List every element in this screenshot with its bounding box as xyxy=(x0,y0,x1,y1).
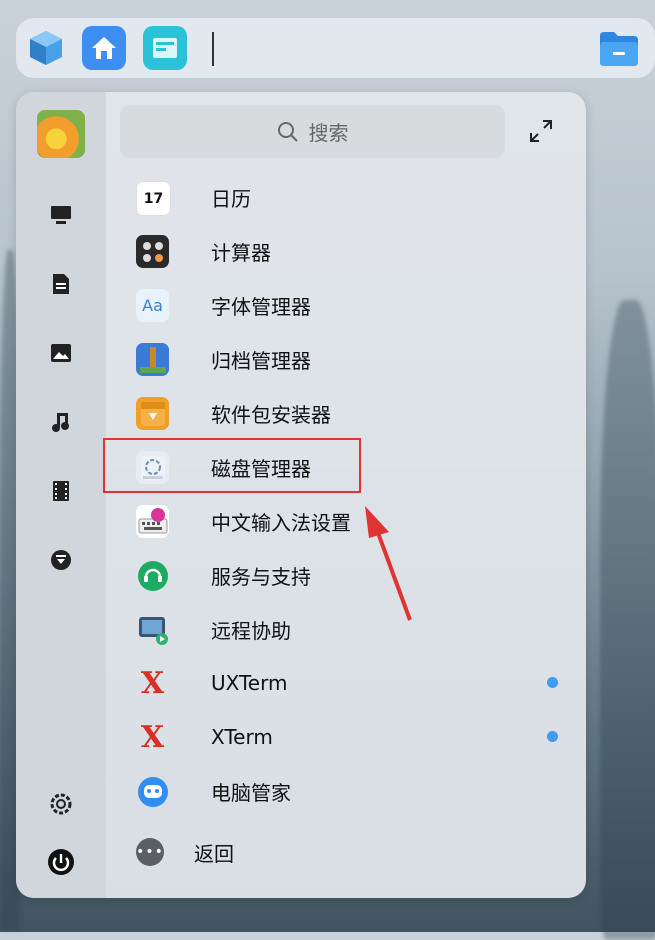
picture-category-icon[interactable] xyxy=(49,341,73,365)
back-button[interactable]: ••• 返回 xyxy=(120,836,420,876)
app-item-archive-manager[interactable]: 归档管理器 xyxy=(120,332,580,386)
cube-launcher-icon[interactable] xyxy=(24,26,68,70)
xterm-icon: X xyxy=(140,720,165,755)
multitask-view-icon[interactable] xyxy=(143,26,187,70)
app-item-input-method[interactable]: 中文输入法设置 xyxy=(120,494,580,548)
file-manager-icon[interactable] xyxy=(596,26,642,70)
start-menu-panel: 搜索 17 日历 计算器 Aa 字体管理器 归档管理器 软件包安装器 磁盘管理器… xyxy=(16,92,586,898)
home-folder-icon[interactable] xyxy=(82,26,126,70)
power-icon[interactable] xyxy=(47,848,75,876)
app-label: 远程协助 xyxy=(211,618,291,643)
uxterm-icon: X xyxy=(140,666,165,701)
app-item-font-manager[interactable]: Aa 字体管理器 xyxy=(120,278,580,332)
top-dock xyxy=(16,18,655,78)
app-item-support[interactable]: 服务与支持 xyxy=(120,548,580,602)
app-item-xterm[interactable]: X XTerm xyxy=(120,710,580,764)
input-method-icon xyxy=(136,505,169,538)
app-item-remote-assist[interactable]: 远程协助 xyxy=(120,602,580,656)
music-category-icon[interactable] xyxy=(49,410,73,434)
back-label: 返回 xyxy=(194,842,234,866)
red-arrow-annotation xyxy=(365,506,412,621)
expand-fullscreen-icon[interactable] xyxy=(528,118,554,144)
app-label: 电脑管家 xyxy=(211,780,291,805)
app-label: 计算器 xyxy=(211,240,271,265)
calculator-icon xyxy=(136,235,169,268)
download-category-icon[interactable] xyxy=(49,548,73,572)
app-item-calendar[interactable]: 17 日历 xyxy=(120,170,580,224)
new-app-dot xyxy=(547,731,558,742)
app-list: 17 日历 计算器 Aa 字体管理器 归档管理器 软件包安装器 磁盘管理器 中文… xyxy=(120,170,580,818)
new-app-dot xyxy=(547,677,558,688)
category-sidebar xyxy=(16,92,106,898)
app-label: XTerm xyxy=(211,725,273,749)
app-item-uxterm[interactable]: X UXTerm xyxy=(120,656,580,710)
dock-separator xyxy=(212,32,214,66)
more-dots-icon: ••• xyxy=(136,838,164,866)
app-label: 归档管理器 xyxy=(211,348,311,373)
background-tree xyxy=(600,300,655,940)
support-icon xyxy=(136,559,169,592)
search-box[interactable]: 搜索 xyxy=(120,105,505,158)
app-item-package-installer[interactable]: 软件包安装器 xyxy=(120,386,580,440)
font-manager-icon: Aa xyxy=(136,289,169,322)
app-label: 字体管理器 xyxy=(211,294,311,319)
app-label: 服务与支持 xyxy=(211,564,311,589)
settings-icon[interactable] xyxy=(49,792,73,816)
search-icon xyxy=(277,121,298,142)
app-label: 日历 xyxy=(211,186,251,211)
calendar-icon: 17 xyxy=(136,181,171,216)
app-item-pc-manager[interactable]: 电脑管家 xyxy=(120,764,580,818)
app-label: 软件包安装器 xyxy=(211,402,331,427)
app-item-calculator[interactable]: 计算器 xyxy=(120,224,580,278)
archive-manager-icon xyxy=(136,343,169,376)
highlight-box xyxy=(103,438,361,493)
pc-manager-icon xyxy=(136,775,169,808)
app-label: UXTerm xyxy=(211,671,288,695)
document-category-icon[interactable] xyxy=(49,272,73,296)
app-label: 中文输入法设置 xyxy=(211,510,351,535)
video-category-icon[interactable] xyxy=(49,479,73,503)
package-installer-icon xyxy=(136,397,169,430)
search-placeholder: 搜索 xyxy=(308,121,349,145)
user-avatar[interactable] xyxy=(37,110,85,158)
remote-assist-icon xyxy=(136,613,169,646)
computer-category-icon[interactable] xyxy=(49,203,73,227)
